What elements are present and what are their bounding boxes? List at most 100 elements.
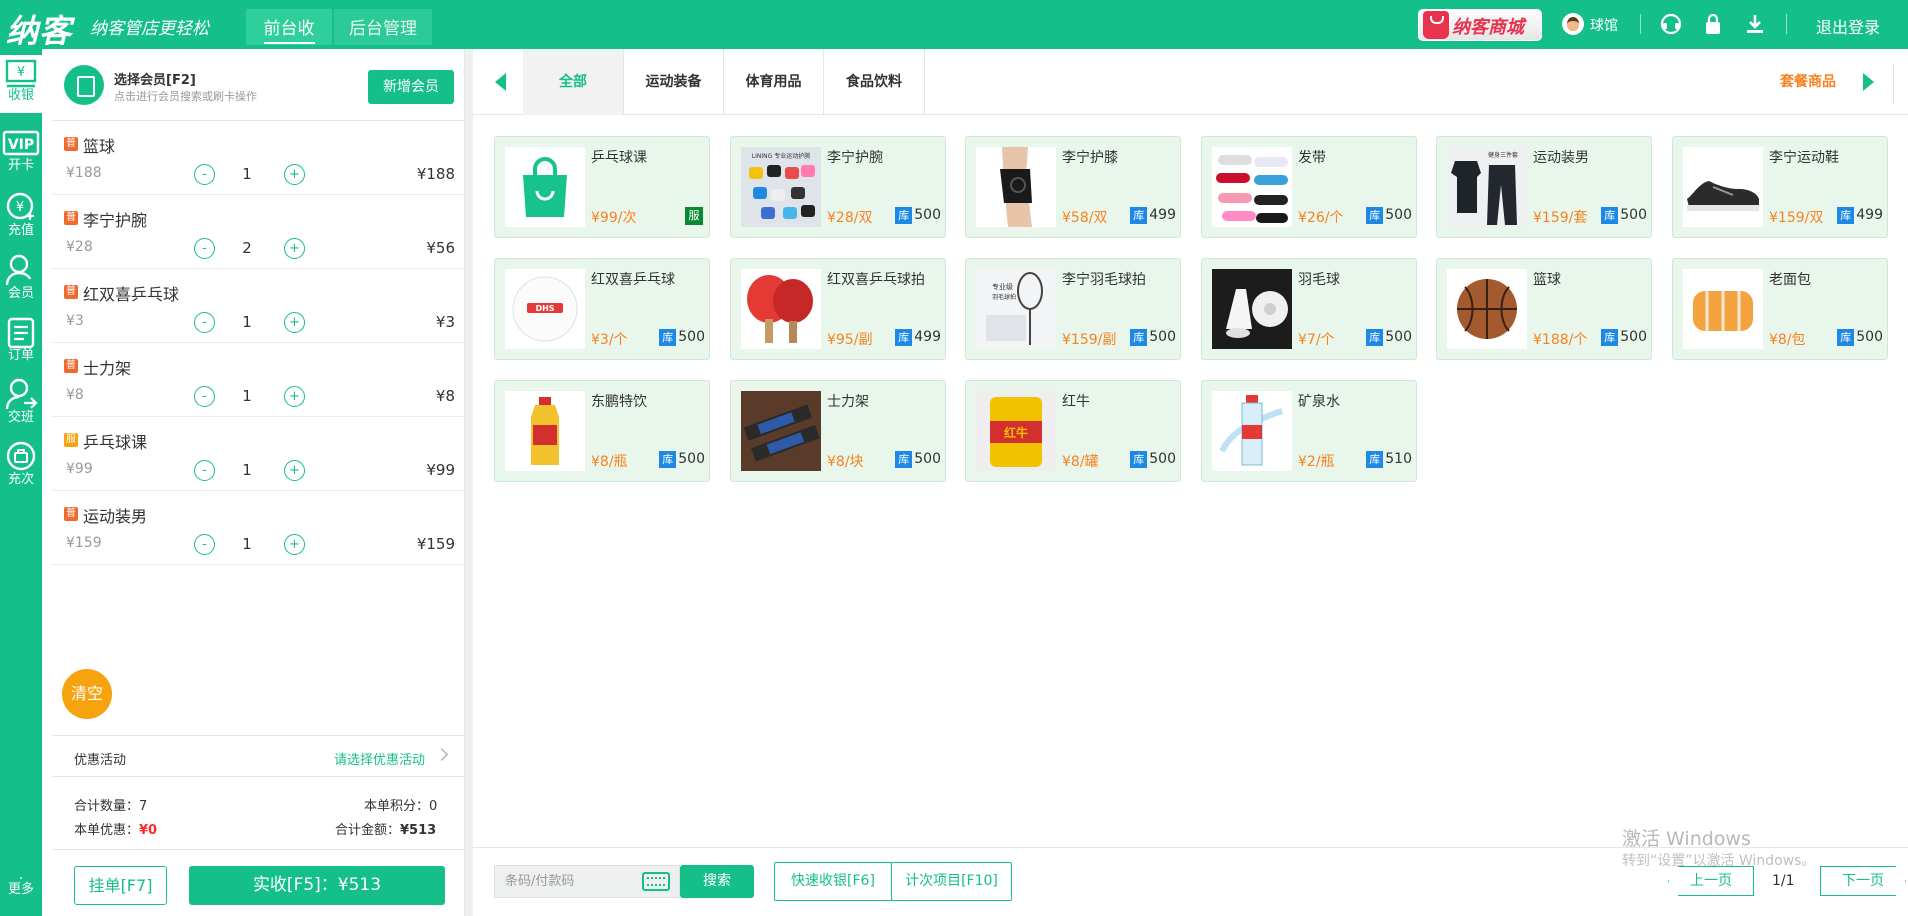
product-price: ¥8/块 <box>827 454 864 470</box>
product-card[interactable]: 老面包 ¥8/包 库 500 <box>1672 258 1888 360</box>
decrease-qty-button[interactable]: - <box>194 164 215 185</box>
avatar[interactable] <box>1562 13 1584 35</box>
item-qty[interactable]: 1 <box>232 165 262 183</box>
item-name: 士力架 <box>83 359 132 378</box>
promo-row[interactable]: 优惠活动 请选择优惠活动 <box>52 735 465 777</box>
member-selector[interactable]: 选择会员[F2] 点击进行会员搜索或刷卡操作 新增会员 <box>52 49 465 121</box>
cart-item[interactable]: 普篮球 ¥188 -1 + ¥188 <box>52 121 465 195</box>
cart-item[interactable]: 服乒乓球课 ¥99 -1 + ¥99 <box>52 417 465 491</box>
mall-button[interactable]: 纳客商城 <box>1418 9 1542 41</box>
increase-qty-button[interactable]: + <box>284 164 305 185</box>
product-card[interactable]: 东鹏特饮 ¥8/瓶 库 500 <box>494 380 710 482</box>
combo-products-link[interactable]: 套餐商品 <box>1763 49 1853 115</box>
product-card[interactable]: 矿泉水 ¥2/瓶 库 510 <box>1201 380 1417 482</box>
category-tab-all[interactable]: 全部 <box>523 49 624 115</box>
clear-button[interactable]: 清空 <box>62 669 112 719</box>
candy-bar-icon <box>741 391 821 471</box>
increase-qty-button[interactable]: + <box>284 312 305 333</box>
decrease-qty-button[interactable]: - <box>194 534 215 555</box>
item-qty[interactable]: 1 <box>232 387 262 405</box>
product-card[interactable]: 士力架 ¥8/块 库 500 <box>730 380 946 482</box>
product-card[interactable]: 红牛 红牛 ¥8/罐库 500 <box>965 380 1181 482</box>
lock-icon[interactable] <box>1701 12 1725 36</box>
promo-label: 优惠活动 <box>74 753 127 768</box>
item-name: 运动装男 <box>83 507 148 526</box>
product-name: 运动装男 <box>1533 150 1589 166</box>
cart-item[interactable]: 普红双喜乒乓球 ¥3 -1 + ¥3 <box>52 269 465 343</box>
add-member-button[interactable]: 新增会员 <box>368 70 454 104</box>
item-qty[interactable]: 1 <box>232 461 262 479</box>
increase-qty-button[interactable]: + <box>284 386 305 407</box>
decrease-qty-button[interactable]: - <box>194 238 215 259</box>
nav-open-card[interactable]: VIP 开卡 <box>0 129 42 181</box>
cart-item[interactable]: 普运动装男 ¥159 -1 + ¥159 <box>52 491 465 565</box>
product-price: ¥99/次 <box>591 210 637 226</box>
logout-link[interactable]: 退出登录 <box>1816 14 1880 38</box>
nav-member[interactable]: 会员 <box>0 253 42 309</box>
product-card[interactable]: LINING 专业运动护腕 李宁护腕 ¥28/双 库 500 <box>730 136 946 238</box>
product-card[interactable]: 乒乓球课 ¥99/次 服 <box>494 136 710 238</box>
cashier-icon: ¥ <box>5 59 37 88</box>
product-card[interactable]: 篮球 ¥188/个库 500 <box>1436 258 1652 360</box>
nav-more[interactable]: · 更多 <box>0 872 42 911</box>
stock-count: 499 <box>1856 207 1883 223</box>
increase-qty-button[interactable]: + <box>284 460 305 481</box>
product-card[interactable]: 羽毛球 ¥7/个 库 500 <box>1201 258 1417 360</box>
scroll-right-icon[interactable] <box>1863 73 1874 91</box>
panel-scrollbar[interactable] <box>465 49 473 916</box>
search-button[interactable]: 搜索 <box>680 865 754 898</box>
item-qty[interactable]: 2 <box>232 239 262 257</box>
pay-button[interactable]: 实收[F5]：¥513 <box>189 866 445 905</box>
download-icon[interactable] <box>1743 12 1767 36</box>
hold-order-button[interactable]: 挂单[F7] <box>74 866 167 905</box>
product-price: ¥159/套 <box>1533 210 1588 226</box>
product-card[interactable]: 李宁护膝 ¥58/双 库 499 <box>965 136 1181 238</box>
category-tab-food[interactable]: 食品饮料 <box>824 49 925 115</box>
stock-badge: 库 <box>1366 207 1384 224</box>
svg-text:羽毛球拍: 羽毛球拍 <box>992 293 1016 301</box>
next-page-button[interactable]: 下一页 <box>1820 866 1906 896</box>
nav-cashier[interactable]: ¥ 收银 <box>0 55 42 113</box>
quick-cashier-button[interactable]: 快速收银[F6] <box>774 862 892 901</box>
count-items-button[interactable]: 计次项目[F10] <box>891 862 1012 901</box>
keyboard-icon[interactable] <box>642 872 670 891</box>
tab-backend[interactable]: 后台管理 <box>334 9 432 45</box>
decrease-qty-button[interactable]: - <box>194 386 215 407</box>
item-qty[interactable]: 1 <box>232 313 262 331</box>
product-price: ¥2/瓶 <box>1298 454 1335 470</box>
increase-qty-button[interactable]: + <box>284 534 305 555</box>
product-card[interactable]: 红双喜乒乓球拍 ¥95/副 库 499 <box>730 258 946 360</box>
nav-recharge-times[interactable]: 充次 <box>0 439 42 495</box>
nav-orders[interactable]: 订单 <box>0 315 42 371</box>
product-card[interactable]: 专业级 羽毛球拍 李宁羽毛球拍 ¥159/副库 500 <box>965 258 1181 360</box>
nav-shift[interactable]: 交班 <box>0 377 42 433</box>
increase-qty-button[interactable]: + <box>284 238 305 259</box>
product-card[interactable]: DHS 红双喜乒乓球 ¥3/个 库 500 <box>494 258 710 360</box>
sneaker-icon <box>1683 147 1763 227</box>
prev-page-button[interactable]: 上一页 <box>1668 866 1754 896</box>
headset-icon[interactable] <box>1659 12 1683 36</box>
tab-front-cashier[interactable]: 前台收银 <box>246 9 332 84</box>
nav-recharge-label: 充值 <box>7 223 34 238</box>
promo-select[interactable]: 请选择优惠活动 <box>334 749 425 768</box>
stock-badge: 库 <box>1601 329 1619 346</box>
cart-item[interactable]: 普李宁护腕 ¥28 -2 + ¥56 <box>52 195 465 269</box>
decrease-qty-button[interactable]: - <box>194 460 215 481</box>
member-title: 选择会员[F2] <box>114 73 196 88</box>
decrease-qty-button[interactable]: - <box>194 312 215 333</box>
product-price: ¥28/双 <box>827 210 873 226</box>
product-card[interactable]: 健身三件套 运动装男 ¥159/套库 500 <box>1436 136 1652 238</box>
scroll-left-icon[interactable] <box>495 73 506 91</box>
item-qty[interactable]: 1 <box>232 535 262 553</box>
category-tab-sports-goods[interactable]: 体育用品 <box>724 49 824 115</box>
category-tab-equipment[interactable]: 运动装备 <box>624 49 724 115</box>
vip-card-icon: VIP <box>2 130 40 156</box>
product-price: ¥95/副 <box>827 332 873 348</box>
cart-item[interactable]: 普士力架 ¥8 -1 + ¥8 <box>52 343 465 417</box>
product-card[interactable]: 发带 ¥26/个 库 500 <box>1201 136 1417 238</box>
user-name[interactable]: 球馆 <box>1590 15 1618 35</box>
nav-orders-label: 订单 <box>7 348 34 363</box>
product-card[interactable]: 李宁运动鞋 ¥159/双库 499 <box>1672 136 1888 238</box>
nav-recharge[interactable]: ¥ 充值 <box>0 190 42 246</box>
product-stock: 库 500 <box>659 451 705 468</box>
